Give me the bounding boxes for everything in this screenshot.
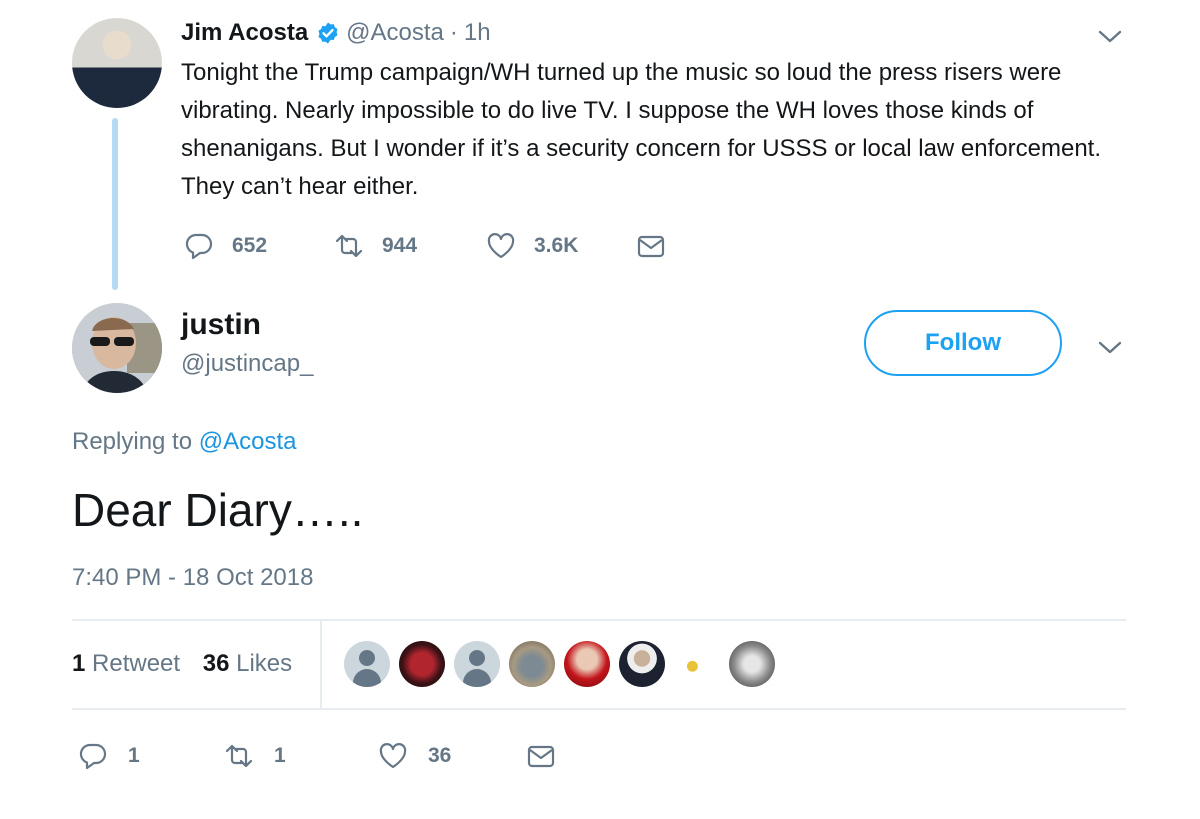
reply-icon: [79, 743, 107, 770]
reply-button[interactable]: 652: [184, 231, 334, 261]
dm-button[interactable]: [526, 741, 556, 771]
like-button[interactable]: 3.6K: [486, 231, 636, 261]
liker-avatars: [344, 641, 784, 687]
like-stat-label: Likes: [236, 650, 293, 677]
reply-button[interactable]: 1: [78, 741, 224, 771]
like-stat-count: 36: [202, 650, 230, 677]
retweet-icon: [335, 234, 363, 258]
author-name[interactable]: justin: [181, 308, 261, 342]
tweet-text: Dear Diary…..: [72, 484, 364, 536]
retweet-stat[interactable]: 1 Retweet: [72, 650, 180, 677]
liker-avatar[interactable]: [509, 641, 555, 687]
replying-prefix: Replying to: [72, 428, 193, 455]
reply-count: 652: [232, 234, 268, 257]
liker-avatar[interactable]: [454, 641, 500, 687]
justin-avatar[interactable]: [72, 303, 162, 393]
parent-tweet-header: Jim Acosta @Acosta · 1h: [181, 16, 491, 50]
thread-connector-line: [112, 118, 118, 290]
retweet-count: 1: [274, 744, 286, 767]
liker-avatar[interactable]: [564, 641, 610, 687]
tweet-stats: 1 Retweet 36 Likes: [72, 650, 292, 678]
parent-author-name[interactable]: Jim Acosta: [181, 19, 308, 47]
retweet-stat-count: 1: [72, 650, 86, 677]
follow-button[interactable]: Follow: [864, 310, 1062, 376]
reply-icon: [185, 233, 213, 260]
like-count: 3.6K: [534, 234, 579, 257]
liker-avatar[interactable]: [674, 641, 720, 687]
dm-button[interactable]: [636, 231, 666, 261]
like-button[interactable]: 36: [378, 741, 526, 771]
chevron-down-icon[interactable]: [1096, 335, 1124, 359]
tweet-actions: 1 1 36: [78, 738, 556, 774]
liker-avatar[interactable]: [399, 641, 445, 687]
heart-icon: [379, 743, 407, 769]
like-stat[interactable]: 36 Likes: [203, 650, 292, 677]
stats-divider: [320, 621, 322, 708]
parent-tweet-actions: 652 944 3.6K: [184, 228, 666, 264]
parent-tweet-time[interactable]: 1h: [464, 19, 491, 47]
divider: [72, 619, 1126, 621]
profile-photo: [72, 303, 162, 393]
retweet-stat-label: Retweet: [92, 650, 181, 677]
header-separator: ·: [449, 19, 458, 46]
retweet-icon: [225, 744, 253, 768]
envelope-icon: [527, 745, 555, 768]
chevron-down-icon[interactable]: [1096, 24, 1124, 48]
author-handle[interactable]: @justincap_: [181, 350, 313, 378]
acosta-avatar[interactable]: [72, 18, 162, 108]
parent-author-handle[interactable]: @Acosta: [346, 19, 444, 47]
liker-avatar[interactable]: [344, 641, 390, 687]
retweet-button[interactable]: 944: [334, 231, 486, 261]
liker-avatar[interactable]: [729, 641, 775, 687]
divider: [72, 708, 1126, 710]
envelope-icon: [637, 235, 665, 258]
parent-tweet-text: Tonight the Trump campaign/WH turned up …: [181, 59, 1102, 200]
like-count: 36: [428, 744, 452, 767]
verified-badge-icon: [318, 22, 338, 44]
retweet-count: 944: [382, 234, 418, 257]
reply-count: 1: [128, 744, 140, 767]
heart-icon: [487, 233, 515, 259]
replying-to-link[interactable]: @Acosta: [199, 428, 297, 455]
tweet-timestamp[interactable]: 7:40 PM - 18 Oct 2018: [72, 564, 313, 592]
liker-avatar[interactable]: [619, 641, 665, 687]
replying-to: Replying to @Acosta: [72, 428, 296, 456]
retweet-button[interactable]: 1: [224, 741, 378, 771]
